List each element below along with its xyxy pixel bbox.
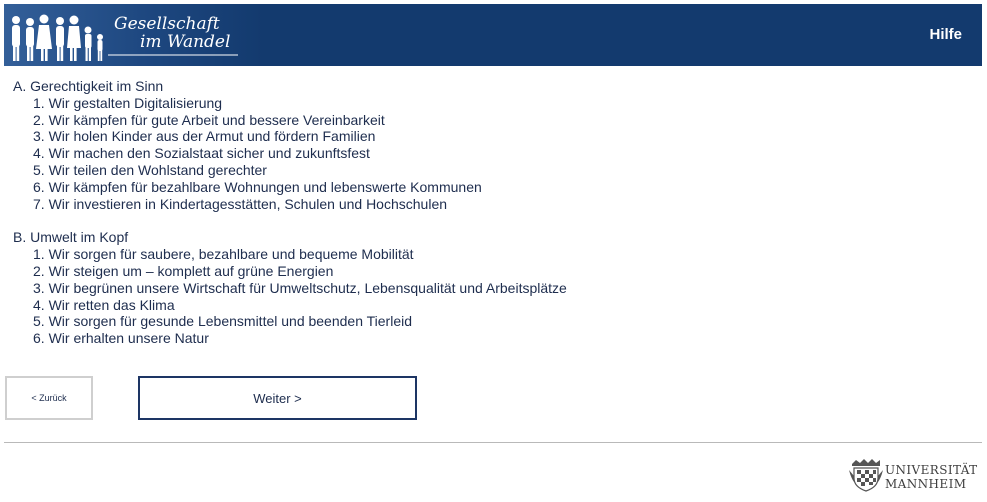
back-button[interactable]: < Zurück bbox=[5, 376, 93, 420]
list-item: 6. Wir erhalten unsere Natur bbox=[33, 330, 209, 347]
logo-underline bbox=[108, 54, 238, 56]
section-heading: B. Umwelt im Kopf bbox=[13, 229, 129, 246]
list-item: 1. Wir sorgen für saubere, bezahlbare un… bbox=[33, 246, 414, 263]
list-item: 3. Wir begrünen unsere Wirtschaft für Um… bbox=[33, 279, 567, 296]
list-item: 4. Wir machen den Sozialstaat sicher und… bbox=[33, 145, 370, 162]
list-item: 1. Wir gestalten Digitalisierung bbox=[33, 94, 223, 111]
list-item: 6. Wir kämpfen für bezahlbare Wohnungen … bbox=[33, 178, 482, 195]
list-item: 2. Wir kämpfen für gute Arbeit und besse… bbox=[33, 111, 385, 128]
university-crest-icon bbox=[849, 459, 883, 492]
section-a: A. Gerechtigkeit im Sinn 1. Wir gestalte… bbox=[13, 78, 567, 212]
list-item: 5. Wir teilen den Wohlstand gerechter bbox=[33, 161, 267, 178]
university-name-line1: UNIVERSITÄT bbox=[885, 463, 978, 477]
section-b: B. Umwelt im Kopf 1. Wir sorgen für saub… bbox=[13, 229, 567, 347]
list-item: 5. Wir sorgen für gesunde Lebensmittel u… bbox=[33, 313, 413, 330]
section-heading: A. Gerechtigkeit im Sinn bbox=[13, 78, 164, 94]
logo-title-line1: Gesellschaft bbox=[114, 14, 220, 34]
list-item: 2. Wir steigen um – komplett auf grüne E… bbox=[33, 262, 334, 279]
university-logo: UNIVERSITÄT MANNHEIM bbox=[848, 458, 984, 494]
university-name-line2: MANNHEIM bbox=[885, 477, 967, 491]
next-button[interactable]: Weiter > bbox=[138, 376, 417, 420]
help-link[interactable]: Hilfe bbox=[929, 26, 962, 43]
list-item: 7. Wir investieren in Kindertagesstätten… bbox=[33, 195, 448, 212]
section-a-list: 1. Wir gestalten Digitalisierung 2. Wir … bbox=[13, 95, 567, 213]
logo-title-line2: im Wandel bbox=[140, 32, 231, 52]
people-silhouettes-icon bbox=[12, 14, 103, 61]
list-item: 3. Wir holen Kinder aus der Armut und fö… bbox=[33, 128, 376, 145]
site-header: Gesellschaft im Wandel Hilfe bbox=[4, 4, 982, 66]
section-b-list: 1. Wir sorgen für saubere, bezahlbare un… bbox=[13, 246, 567, 347]
main-content: A. Gerechtigkeit im Sinn 1. Wir gestalte… bbox=[13, 78, 567, 364]
footer-divider bbox=[4, 442, 982, 443]
list-item: 4. Wir retten das Klima bbox=[33, 296, 175, 313]
